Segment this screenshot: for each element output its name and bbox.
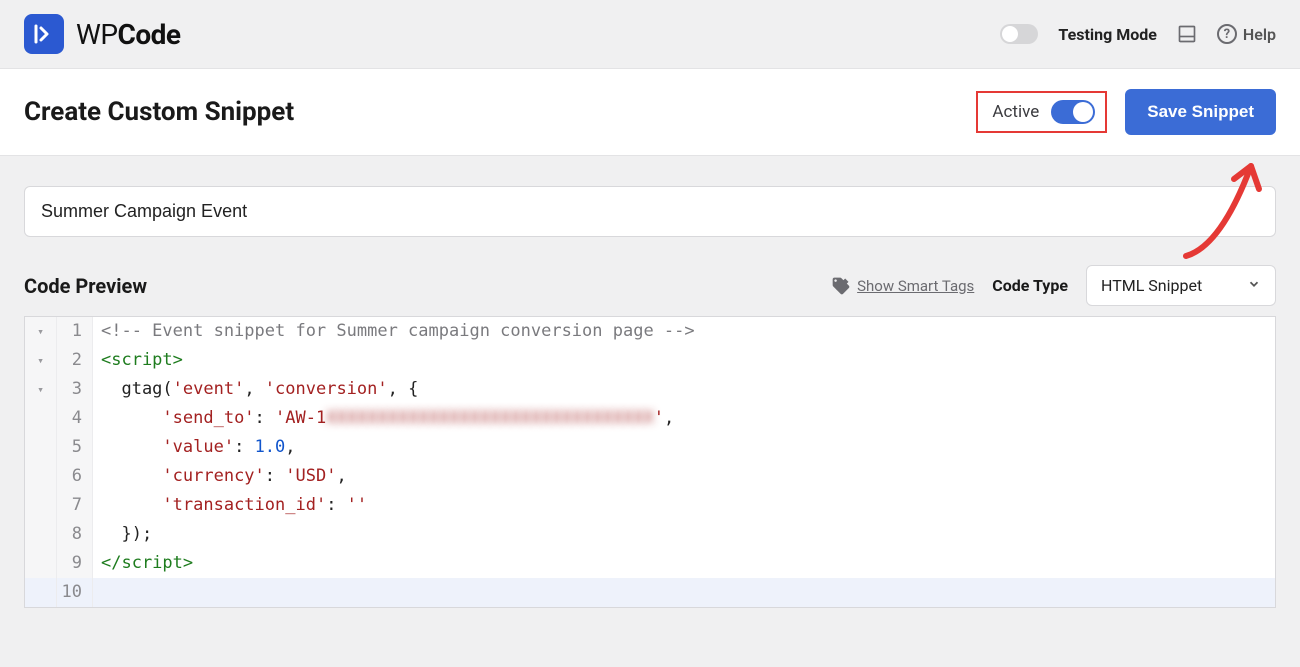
code-type-value: HTML Snippet <box>1101 276 1202 295</box>
line-number: 4 <box>57 404 93 433</box>
page-title: Create Custom Snippet <box>24 97 294 127</box>
code-text: 'conversion' <box>265 379 388 399</box>
line-number: 6 <box>57 462 93 491</box>
code-text: 'USD' <box>285 466 336 486</box>
line-number: 9 <box>57 549 93 578</box>
active-toggle[interactable] <box>1051 100 1095 124</box>
fold-gutter <box>25 549 57 578</box>
code-text: 'event' <box>173 379 245 399</box>
code-text: 'value' <box>162 437 234 457</box>
smart-tags-label: Show Smart Tags <box>857 277 974 295</box>
code-text: </script> <box>101 553 193 573</box>
testing-mode-label: Testing Mode <box>1058 25 1156 44</box>
header-actions: Active Save Snippet <box>976 89 1276 135</box>
code-line: 4 'send_to': 'AW-1XXXXXXXXXXXXXXXXXXXXXX… <box>25 404 1275 433</box>
code-text: '' <box>347 495 367 515</box>
topbar: WPCode Testing Mode ? Help <box>0 0 1300 69</box>
code-text: }); <box>101 524 152 544</box>
page-header: Create Custom Snippet Active Save Snippe… <box>0 69 1300 156</box>
code-text: 'AW-1 <box>275 408 326 428</box>
preview-tools: Show Smart Tags Code Type HTML Snippet <box>831 265 1276 306</box>
brand-logo-icon <box>24 14 64 54</box>
save-snippet-button[interactable]: Save Snippet <box>1125 89 1276 135</box>
help-link[interactable]: ? Help <box>1217 24 1276 44</box>
code-text: 'transaction_id' <box>162 495 326 515</box>
code-editor[interactable]: ▾ 1 <!-- Event snippet for Summer campai… <box>24 316 1276 608</box>
line-number: 3 <box>57 375 93 404</box>
code-line: 5 'value': 1.0, <box>25 433 1275 462</box>
show-smart-tags-link[interactable]: Show Smart Tags <box>831 276 974 296</box>
code-line: 10 <box>25 578 1275 607</box>
line-number: 8 <box>57 520 93 549</box>
code-line: 9 </script> <box>25 549 1275 578</box>
topbar-right: Testing Mode ? Help <box>1000 24 1276 44</box>
code-text: , { <box>388 379 419 399</box>
line-number: 1 <box>57 317 93 346</box>
line-number: 10 <box>57 578 93 607</box>
code-line: ▾ 2 <script> <box>25 346 1275 375</box>
fold-toggle[interactable]: ▾ <box>25 317 57 346</box>
active-label: Active <box>992 102 1039 122</box>
code-text: ' <box>654 408 664 428</box>
line-number: 7 <box>57 491 93 520</box>
fold-gutter <box>25 520 57 549</box>
code-text: 'send_to' <box>162 408 254 428</box>
code-line: ▾ 1 <!-- Event snippet for Summer campai… <box>25 317 1275 346</box>
fold-gutter <box>25 578 57 607</box>
brand: WPCode <box>24 14 181 54</box>
code-line: 6 'currency': 'USD', <box>25 462 1275 491</box>
code-text: <!-- Event snippet for Summer campaign c… <box>101 321 695 341</box>
code-type-select[interactable]: HTML Snippet <box>1086 265 1276 306</box>
help-icon: ? <box>1217 24 1237 44</box>
fold-gutter <box>25 433 57 462</box>
code-line: 8 }); <box>25 520 1275 549</box>
line-number: 2 <box>57 346 93 375</box>
help-label: Help <box>1243 25 1276 44</box>
code-text: 1.0 <box>255 437 286 457</box>
code-text: 'currency' <box>162 466 264 486</box>
code-text <box>93 578 1275 607</box>
chevron-down-icon <box>1247 276 1261 295</box>
preview-header: Code Preview Show Smart Tags Code Type H… <box>24 265 1276 306</box>
code-preview-title: Code Preview <box>24 274 147 298</box>
snippet-title-input[interactable] <box>24 186 1276 237</box>
testing-mode-toggle[interactable] <box>1000 24 1038 44</box>
code-text: gtag( <box>101 379 173 399</box>
code-line: 7 'transaction_id': '' <box>25 491 1275 520</box>
active-toggle-box: Active <box>976 91 1107 133</box>
layout-icon[interactable] <box>1177 24 1197 44</box>
fold-toggle[interactable]: ▾ <box>25 375 57 404</box>
fold-gutter <box>25 491 57 520</box>
fold-gutter <box>25 404 57 433</box>
fold-gutter <box>25 462 57 491</box>
content: Code Preview Show Smart Tags Code Type H… <box>0 156 1300 638</box>
brand-name: WPCode <box>76 18 181 51</box>
line-number: 5 <box>57 433 93 462</box>
code-type-label: Code Type <box>992 276 1068 295</box>
fold-toggle[interactable]: ▾ <box>25 346 57 375</box>
tags-icon <box>831 276 851 296</box>
code-line: ▾ 3 gtag('event', 'conversion', { <box>25 375 1275 404</box>
code-text-blurred: XXXXXXXXXXXXXXXXXXXXXXXXXXXXXXXX <box>326 408 654 428</box>
code-text: <script> <box>101 350 183 370</box>
